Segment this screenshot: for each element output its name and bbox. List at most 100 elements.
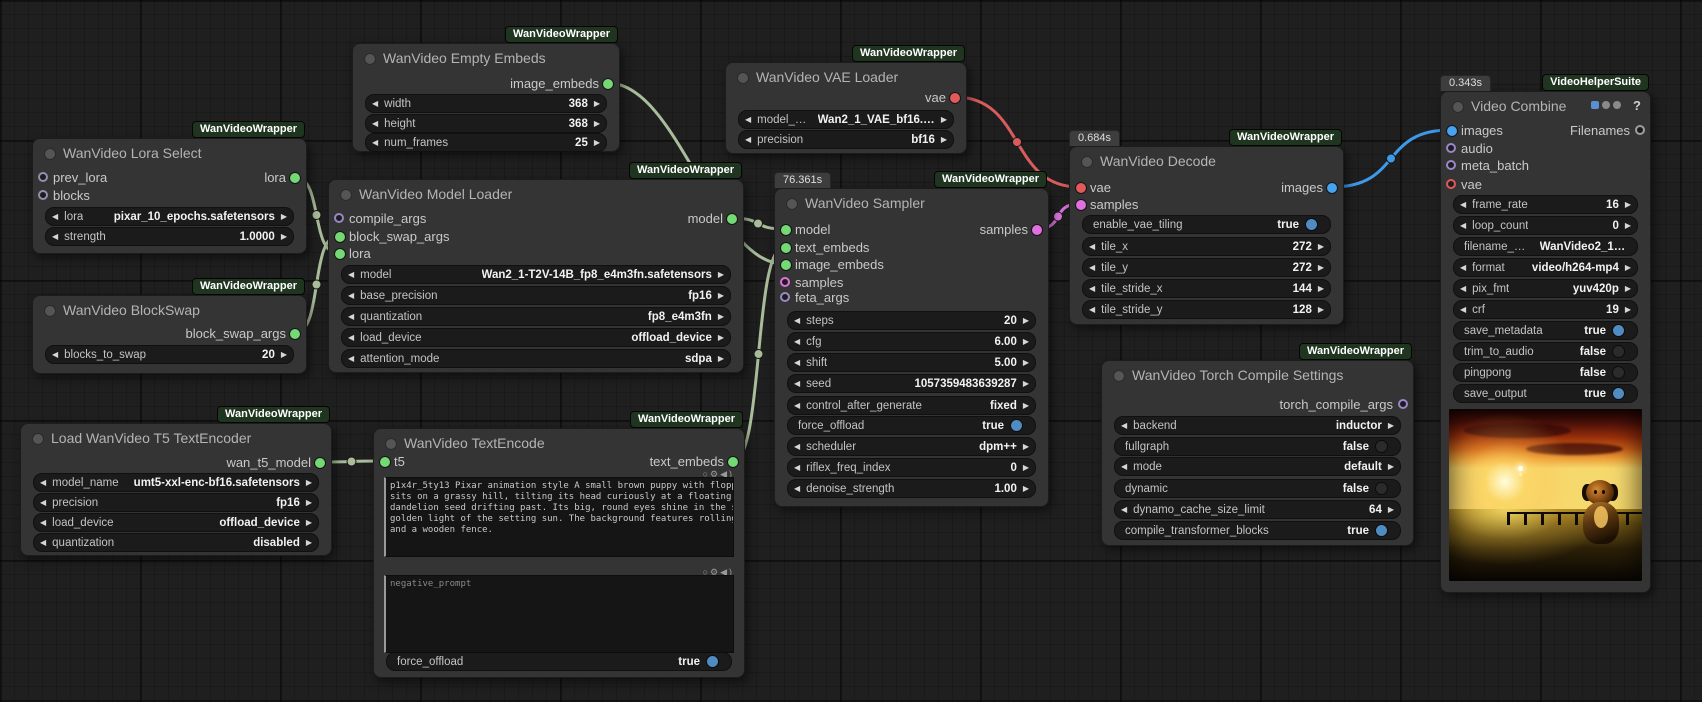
collapse-dot[interactable] bbox=[1081, 156, 1093, 168]
increment-arrow-icon[interactable]: ▶ bbox=[1017, 375, 1035, 392]
output-dot-Filenames[interactable] bbox=[1635, 125, 1645, 135]
input-samples[interactable]: samples bbox=[775, 276, 939, 290]
widget-width[interactable]: ◀width368▶ bbox=[365, 94, 607, 113]
output-model[interactable]: model bbox=[495, 212, 743, 226]
toggle-dot[interactable] bbox=[1375, 524, 1388, 537]
output-dot-block_swap_args[interactable] bbox=[289, 328, 301, 340]
decrement-arrow-icon[interactable]: ◀ bbox=[1115, 417, 1133, 434]
input-samples[interactable]: samples bbox=[1070, 198, 1234, 212]
negative-prompt-textarea[interactable]: negative_prompt bbox=[384, 575, 734, 653]
decrement-arrow-icon[interactable]: ◀ bbox=[46, 228, 64, 245]
decrement-arrow-icon[interactable]: ◀ bbox=[1083, 301, 1101, 318]
toggle-dot[interactable] bbox=[706, 655, 719, 668]
node-vae-loader[interactable]: WanVideo VAE Loadervae◀model_nameWan2_1_… bbox=[725, 62, 967, 154]
input-audio[interactable]: audio bbox=[1441, 142, 1566, 156]
output-torch_compile_args[interactable]: torch_compile_args bbox=[1226, 398, 1413, 412]
widget-height[interactable]: ◀height368▶ bbox=[365, 114, 607, 133]
widget-dynamic[interactable]: dynamicfalse bbox=[1114, 479, 1401, 498]
increment-arrow-icon[interactable]: ▶ bbox=[712, 266, 730, 283]
increment-arrow-icon[interactable]: ▶ bbox=[1382, 501, 1400, 518]
output-dot-image_embeds[interactable] bbox=[602, 78, 614, 90]
increment-arrow-icon[interactable]: ▶ bbox=[1312, 238, 1330, 255]
decrement-arrow-icon[interactable]: ◀ bbox=[788, 397, 806, 414]
widget-save_output[interactable]: save_outputtrue bbox=[1453, 384, 1638, 403]
increment-arrow-icon[interactable]: ▶ bbox=[1017, 312, 1035, 329]
toggle-dot[interactable] bbox=[1375, 482, 1388, 495]
toggle-dot[interactable] bbox=[1612, 345, 1625, 358]
widget-trim_to_audio[interactable]: trim_to_audiofalse bbox=[1453, 342, 1638, 361]
output-images[interactable]: images bbox=[1179, 181, 1343, 195]
increment-arrow-icon[interactable]: ▶ bbox=[712, 308, 730, 325]
input-dot-lora[interactable] bbox=[334, 248, 346, 260]
decrement-arrow-icon[interactable]: ◀ bbox=[739, 111, 757, 128]
increment-arrow-icon[interactable]: ▶ bbox=[1382, 417, 1400, 434]
widget-dynamo_cache_size_limit[interactable]: ◀dynamo_cache_size_limit64▶ bbox=[1114, 500, 1401, 519]
widget-tile_stride_y[interactable]: ◀tile_stride_y128▶ bbox=[1082, 300, 1331, 319]
node-video-combine[interactable]: Video Combine?imagesaudiometa_batchvaeFi… bbox=[1440, 91, 1651, 593]
widget-load_device[interactable]: ◀load_deviceoffload_device▶ bbox=[33, 513, 319, 532]
output-Filenames[interactable]: Filenames bbox=[1525, 124, 1650, 138]
collapse-dot[interactable] bbox=[44, 148, 56, 160]
widget-precision[interactable]: ◀precisionbf16▶ bbox=[738, 130, 954, 149]
input-dot-meta_batch[interactable] bbox=[1446, 160, 1456, 170]
increment-arrow-icon[interactable]: ▶ bbox=[300, 534, 318, 551]
input-dot-feta_args[interactable] bbox=[780, 292, 790, 302]
widget-tile_y[interactable]: ◀tile_y272▶ bbox=[1082, 258, 1331, 277]
increment-arrow-icon[interactable]: ▶ bbox=[935, 131, 953, 148]
decrement-arrow-icon[interactable]: ◀ bbox=[342, 329, 360, 346]
widget-crf[interactable]: ◀crf19▶ bbox=[1453, 300, 1638, 319]
collapse-dot[interactable] bbox=[32, 433, 44, 445]
increment-arrow-icon[interactable]: ▶ bbox=[1312, 301, 1330, 318]
increment-arrow-icon[interactable]: ▶ bbox=[712, 350, 730, 367]
output-dot-lora[interactable] bbox=[289, 172, 301, 184]
widget-load_device[interactable]: ◀load_deviceoffload_device▶ bbox=[341, 328, 731, 347]
widget-pingpong[interactable]: pingpongfalse bbox=[1453, 363, 1638, 382]
increment-arrow-icon[interactable]: ▶ bbox=[1619, 301, 1637, 318]
toggle-dot[interactable] bbox=[1612, 387, 1625, 400]
decrement-arrow-icon[interactable]: ◀ bbox=[788, 354, 806, 371]
decrement-arrow-icon[interactable]: ◀ bbox=[788, 312, 806, 329]
output-lora[interactable]: lora bbox=[142, 171, 306, 185]
decrement-arrow-icon[interactable]: ◀ bbox=[1454, 259, 1472, 276]
collapse-dot[interactable] bbox=[737, 72, 749, 84]
widget-base_precision[interactable]: ◀base_precisionfp16▶ bbox=[341, 286, 731, 305]
increment-arrow-icon[interactable]: ▶ bbox=[588, 95, 606, 112]
widget-model_name[interactable]: ◀model_nameWan2_1_VAE_bf16.safete...▶ bbox=[738, 110, 954, 129]
decrement-arrow-icon[interactable]: ◀ bbox=[34, 474, 52, 491]
input-block_swap_args[interactable]: block_swap_args bbox=[329, 230, 577, 244]
widget-format[interactable]: ◀formatvideo/h264-mp4▶ bbox=[1453, 258, 1638, 277]
input-dot-compile_args[interactable] bbox=[334, 213, 344, 223]
decrement-arrow-icon[interactable]: ◀ bbox=[342, 287, 360, 304]
input-lora[interactable]: lora bbox=[329, 247, 577, 261]
increment-arrow-icon[interactable]: ▶ bbox=[588, 115, 606, 132]
increment-arrow-icon[interactable]: ▶ bbox=[1017, 397, 1035, 414]
increment-arrow-icon[interactable]: ▶ bbox=[1017, 333, 1035, 350]
widget-model[interactable]: ◀modelWan2_1-T2V-14B_fp8_e4m3fn.safetens… bbox=[341, 265, 731, 284]
increment-arrow-icon[interactable]: ▶ bbox=[300, 494, 318, 511]
widget-num_frames[interactable]: ◀num_frames25▶ bbox=[365, 133, 607, 152]
widget-quantization[interactable]: ◀quantizationfp8_e4m3fn▶ bbox=[341, 307, 731, 326]
increment-arrow-icon[interactable]: ▶ bbox=[1619, 280, 1637, 297]
increment-arrow-icon[interactable]: ▶ bbox=[1017, 480, 1035, 497]
increment-arrow-icon[interactable]: ▶ bbox=[1312, 280, 1330, 297]
positive-prompt-textarea[interactable]: p1x4r_5ty13 Pixar animation style A smal… bbox=[384, 477, 734, 557]
increment-arrow-icon[interactable]: ▶ bbox=[1619, 259, 1637, 276]
decrement-arrow-icon[interactable]: ◀ bbox=[46, 208, 64, 225]
increment-arrow-icon[interactable]: ▶ bbox=[300, 474, 318, 491]
help-icon[interactable]: ? bbox=[1633, 98, 1641, 113]
node-t5-loader[interactable]: Load WanVideo T5 TextEncoderwan_t5_model… bbox=[20, 423, 332, 556]
input-dot-prev_lora[interactable] bbox=[38, 172, 48, 182]
increment-arrow-icon[interactable]: ▶ bbox=[1017, 438, 1035, 455]
output-dot-torch_compile_args[interactable] bbox=[1398, 399, 1408, 409]
decrement-arrow-icon[interactable]: ◀ bbox=[1083, 280, 1101, 297]
decrement-arrow-icon[interactable]: ◀ bbox=[788, 333, 806, 350]
increment-arrow-icon[interactable]: ▶ bbox=[1017, 459, 1035, 476]
widget-tile_x[interactable]: ◀tile_x272▶ bbox=[1082, 237, 1331, 256]
input-vae[interactable]: vae bbox=[1441, 178, 1566, 192]
toggle-dot[interactable] bbox=[1305, 218, 1318, 231]
widget-precision[interactable]: ◀precisionfp16▶ bbox=[33, 493, 319, 512]
input-dot-images[interactable] bbox=[1446, 125, 1458, 137]
node-empty-embeds[interactable]: WanVideo Empty Embedsimage_embeds◀width3… bbox=[352, 43, 620, 152]
output-text_embeds[interactable]: text_embeds bbox=[522, 455, 744, 469]
decrement-arrow-icon[interactable]: ◀ bbox=[1454, 196, 1472, 213]
